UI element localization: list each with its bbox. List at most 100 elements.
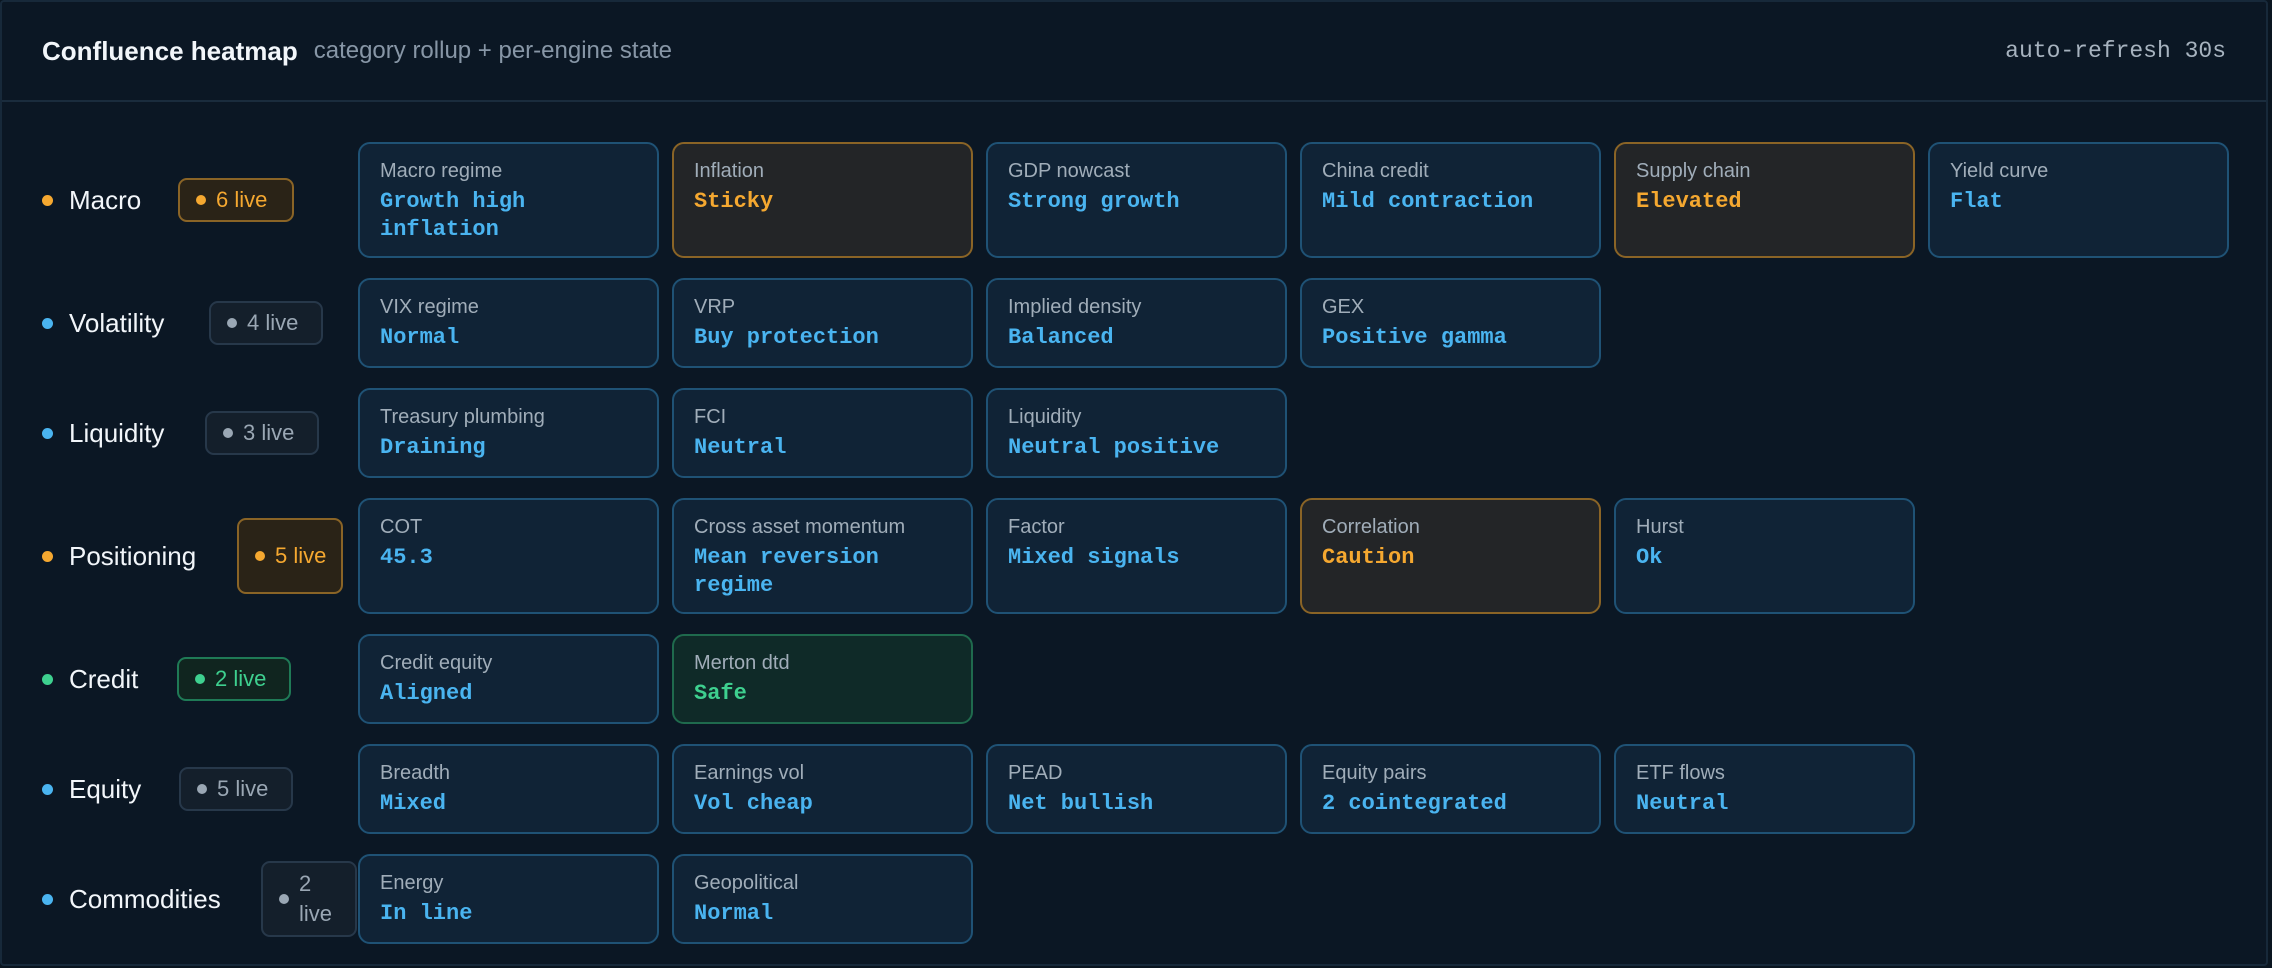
engine-cell-vrp[interactable]: VRP Buy protection (672, 278, 973, 368)
engine-name: COT (380, 516, 423, 538)
engine-name: Macro regime (380, 160, 503, 182)
engine-state: Sticky (694, 189, 774, 214)
category-status-dot (42, 783, 53, 795)
live-count-badge: 4 live (209, 301, 323, 345)
engine-name: Treasury plumbing (380, 406, 545, 428)
engine-state: Neutral positive (1008, 435, 1220, 460)
engine-cell-liquidity[interactable]: Liquidity Neutral positive (986, 388, 1287, 478)
engine-cell-equity-pairs[interactable]: Equity pairs 2 cointegrated (1300, 744, 1601, 834)
engine-cell-gdp-nowcast[interactable]: GDP nowcast Strong growth (986, 142, 1287, 258)
live-count-badge: 2 live (261, 861, 357, 937)
category-header[interactable]: Positioning (42, 498, 196, 614)
engine-cell-credit-equity[interactable]: Credit equity Aligned (358, 634, 659, 724)
engine-name: VRP (694, 296, 736, 318)
engine-cell-treasury-plumbing[interactable]: Treasury plumbing Draining (358, 388, 659, 478)
engine-state: Normal (380, 325, 460, 350)
category-status-dot (42, 317, 53, 329)
engine-cell-cot[interactable]: COT 45.3 (358, 498, 659, 614)
engine-cell-cross-asset-momentum[interactable]: Cross asset momentum Mean reversion regim… (672, 498, 973, 614)
engine-state: In line (380, 901, 473, 926)
live-count-text: 5 live (217, 776, 269, 801)
engine-cell-factor[interactable]: Factor Mixed signals (986, 498, 1287, 614)
engine-name: Hurst (1636, 516, 1684, 538)
engine-cell-merton-dtd[interactable]: Merton dtd Safe (672, 634, 973, 724)
engine-name: Merton dtd (694, 652, 790, 674)
category-row-volatility: Volatility 4 live VIX regime Normal VRP Buy p… (2, 278, 2266, 368)
live-dot-icon (223, 428, 233, 438)
engine-cell-yield-curve[interactable]: Yield curve Flat (1928, 142, 2229, 258)
category-header[interactable]: Liquidity (42, 388, 164, 478)
live-count-badge: 5 live (179, 767, 293, 811)
live-dot-icon (255, 551, 265, 561)
engine-state: Elevated (1636, 189, 1742, 214)
category-header[interactable]: Volatility (42, 278, 164, 368)
live-dot-icon (196, 195, 206, 205)
category-header[interactable]: Credit (42, 634, 138, 724)
engine-name: GEX (1322, 296, 1365, 318)
category-name: Credit (69, 663, 139, 694)
engine-state: Mixed signals (1008, 545, 1180, 570)
engine-cell-hurst[interactable]: Hurst Ok (1614, 498, 1915, 614)
engine-name: Geopolitical (694, 872, 799, 894)
engine-name: Cross asset momentum (694, 516, 906, 538)
category-row-positioning: Positioning 5 live COT 45.3 Cross asset mome… (2, 498, 2266, 614)
live-count-text: 6 live (216, 187, 268, 212)
engine-cell-vix-regime[interactable]: VIX regime Normal (358, 278, 659, 368)
category-header[interactable]: Equity (42, 744, 141, 834)
engine-cell-earnings-vol[interactable]: Earnings vol Vol cheap (672, 744, 973, 834)
category-status-dot (42, 550, 53, 562)
engine-cell-china-credit[interactable]: China credit Mild contraction (1300, 142, 1601, 258)
engine-name: Inflation (694, 160, 765, 182)
category-row-liquidity: Liquidity 3 live Treasury plumbing Draining… (2, 388, 2266, 478)
live-count-text: 2 live (299, 871, 333, 926)
engine-name: Correlation (1322, 516, 1420, 538)
engine-cell-implied-density[interactable]: Implied density Balanced (986, 278, 1287, 368)
engine-cell-gex[interactable]: GEX Positive gamma (1300, 278, 1601, 368)
live-count-text: 5 live (275, 543, 327, 568)
engine-cell-energy[interactable]: Energy In line (358, 854, 659, 944)
panel-title: Confluence heatmap (42, 35, 298, 66)
live-count-badge: 5 live (237, 518, 343, 594)
category-name: Liquidity (69, 417, 165, 448)
engine-state: Safe (694, 681, 747, 706)
category-row-commodities: Commodities 2 live Energy In line Geopolitic… (2, 854, 2266, 944)
category-name: Commodities (69, 883, 221, 914)
engine-cell-correlation[interactable]: Correlation Caution (1300, 498, 1601, 614)
engine-name: Earnings vol (694, 762, 805, 784)
engine-state: Caution (1322, 545, 1415, 570)
engine-cell-supply-chain[interactable]: Supply chain Elevated (1614, 142, 1915, 258)
live-dot-icon (195, 674, 205, 684)
auto-refresh-indicator[interactable]: auto-refresh 30s (2005, 38, 2226, 64)
engine-state: Mild contraction (1322, 189, 1534, 214)
category-header[interactable]: Commodities (42, 854, 221, 944)
engine-name: Equity pairs (1322, 762, 1427, 784)
engine-cell-pead[interactable]: PEAD Net bullish (986, 744, 1287, 834)
engine-cell-geopolitical[interactable]: Geopolitical Normal (672, 854, 973, 944)
confluence-panel: Confluence heatmap category rollup + per… (0, 0, 2268, 966)
engine-cell-breadth[interactable]: Breadth Mixed (358, 744, 659, 834)
engine-state: Mean reversion regime (694, 545, 879, 598)
engine-state: Normal (694, 901, 774, 926)
engine-name: Implied density (1008, 296, 1142, 318)
engine-name: GDP nowcast (1008, 160, 1130, 182)
engine-state: Growth high inflation (380, 189, 526, 242)
engine-state: Buy protection (694, 325, 879, 350)
engine-state: Net bullish (1008, 791, 1154, 816)
category-status-dot (42, 427, 53, 439)
live-count-text: 3 live (243, 420, 295, 445)
engine-name: ETF flows (1636, 762, 1725, 784)
live-count-text: 4 live (247, 310, 299, 335)
panel-subtitle: category rollup + per-engine state (313, 37, 672, 64)
engine-cell-fci[interactable]: FCI Neutral (672, 388, 973, 478)
category-header[interactable]: Macro (42, 142, 141, 258)
engine-state: Aligned (380, 681, 473, 706)
category-status-dot (42, 194, 53, 206)
engine-cell-inflation[interactable]: Inflation Sticky (672, 142, 973, 258)
engine-cell-etf-flows[interactable]: ETF flows Neutral (1614, 744, 1915, 834)
engine-cell-macro-regime[interactable]: Macro regime Growth high inflation (358, 142, 659, 258)
live-dot-icon (227, 318, 237, 328)
category-row-equity: Equity 5 live Breadth Mixed Earnings vol Vol … (2, 744, 2266, 834)
engine-name: China credit (1322, 160, 1429, 182)
engine-name: Breadth (380, 762, 451, 784)
engine-state: Flat (1950, 189, 2003, 214)
